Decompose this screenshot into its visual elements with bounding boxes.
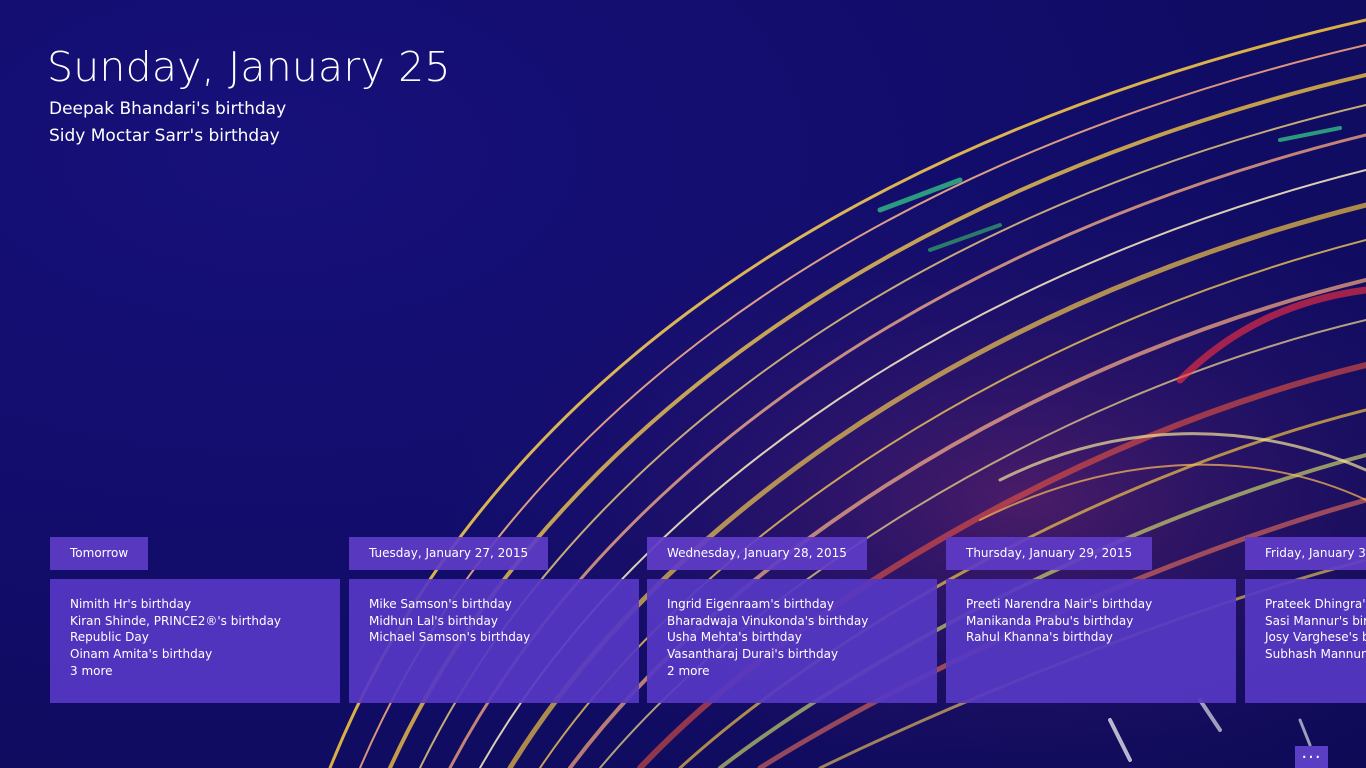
event-item[interactable]: Prateek Dhingra's b [1265,596,1366,613]
today-header: Sunday, January 25 Deepak Bhandari's bir… [47,40,451,150]
day-label[interactable]: Thursday, January 29, 2015 [946,537,1153,570]
upcoming-days: Tomorrow Nimith Hr's birthday Kiran Shin… [50,537,1366,703]
calendar-app: Sunday, January 25 Deepak Bhandari's bir… [0,0,1366,768]
event-item[interactable]: Kiran Shinde, PRINCE2®'s birthday [70,613,320,630]
day-group-tuesday: Tuesday, January 27, 2015 Mike Samson's … [349,537,639,703]
today-event-item[interactable]: Deepak Bhandari's birthday [47,96,451,123]
day-label[interactable]: Tuesday, January 27, 2015 [349,537,549,570]
day-label[interactable]: Wednesday, January 28, 2015 [647,537,867,570]
event-item[interactable]: Mike Samson's birthday [369,596,619,613]
day-group-thursday: Thursday, January 29, 2015 Preeti Narend… [946,537,1236,703]
more-options-button[interactable]: ... [1295,744,1328,768]
event-item[interactable]: Nimith Hr's birthday [70,596,320,613]
day-group-wednesday: Wednesday, January 28, 2015 Ingrid Eigen… [647,537,937,703]
more-events-link[interactable]: 2 more [667,663,917,680]
event-item[interactable]: Ingrid Eigenraam's birthday [667,596,917,613]
event-item[interactable]: Michael Samson's birthday [369,629,619,646]
day-label[interactable]: Tomorrow [50,537,149,570]
event-item[interactable]: Manikanda Prabu's birthday [966,613,1216,630]
today-event-item[interactable]: Sidy Moctar Sarr's birthday [47,123,451,150]
page-title: Sunday, January 25 [47,43,451,91]
event-item[interactable]: Republic Day [70,629,320,646]
event-item[interactable]: Midhun Lal's birthday [369,613,619,630]
more-events-link[interactable]: 3 more [70,663,320,680]
day-card[interactable]: Preeti Narendra Nair's birthday Manikand… [946,579,1236,703]
day-card[interactable]: Mike Samson's birthday Midhun Lal's birt… [349,579,639,703]
day-card[interactable]: Prateek Dhingra's b Sasi Mannur's birth … [1245,579,1366,703]
event-item[interactable]: Subhash Mannur's [1265,646,1366,663]
event-item[interactable]: Bharadwaja Vinukonda's birthday [667,613,917,630]
day-card[interactable]: Ingrid Eigenraam's birthday Bharadwaja V… [647,579,937,703]
day-group-friday: Friday, January 30, Prateek Dhingra's b … [1245,537,1366,703]
event-item[interactable]: Preeti Narendra Nair's birthday [966,596,1216,613]
event-item[interactable]: Josy Varghese's bir [1265,629,1366,646]
day-card[interactable]: Nimith Hr's birthday Kiran Shinde, PRINC… [50,579,340,703]
event-item[interactable]: Usha Mehta's birthday [667,629,917,646]
event-item[interactable]: Oinam Amita's birthday [70,646,320,663]
ellipsis-icon: ... [1301,742,1322,763]
event-item[interactable]: Sasi Mannur's birth [1265,613,1366,630]
today-events: Deepak Bhandari's birthday Sidy Moctar S… [47,96,451,150]
day-group-tomorrow: Tomorrow Nimith Hr's birthday Kiran Shin… [50,537,340,703]
event-item[interactable]: Rahul Khanna's birthday [966,629,1216,646]
day-label[interactable]: Friday, January 30, [1245,537,1366,570]
event-item[interactable]: Vasantharaj Durai's birthday [667,646,917,663]
